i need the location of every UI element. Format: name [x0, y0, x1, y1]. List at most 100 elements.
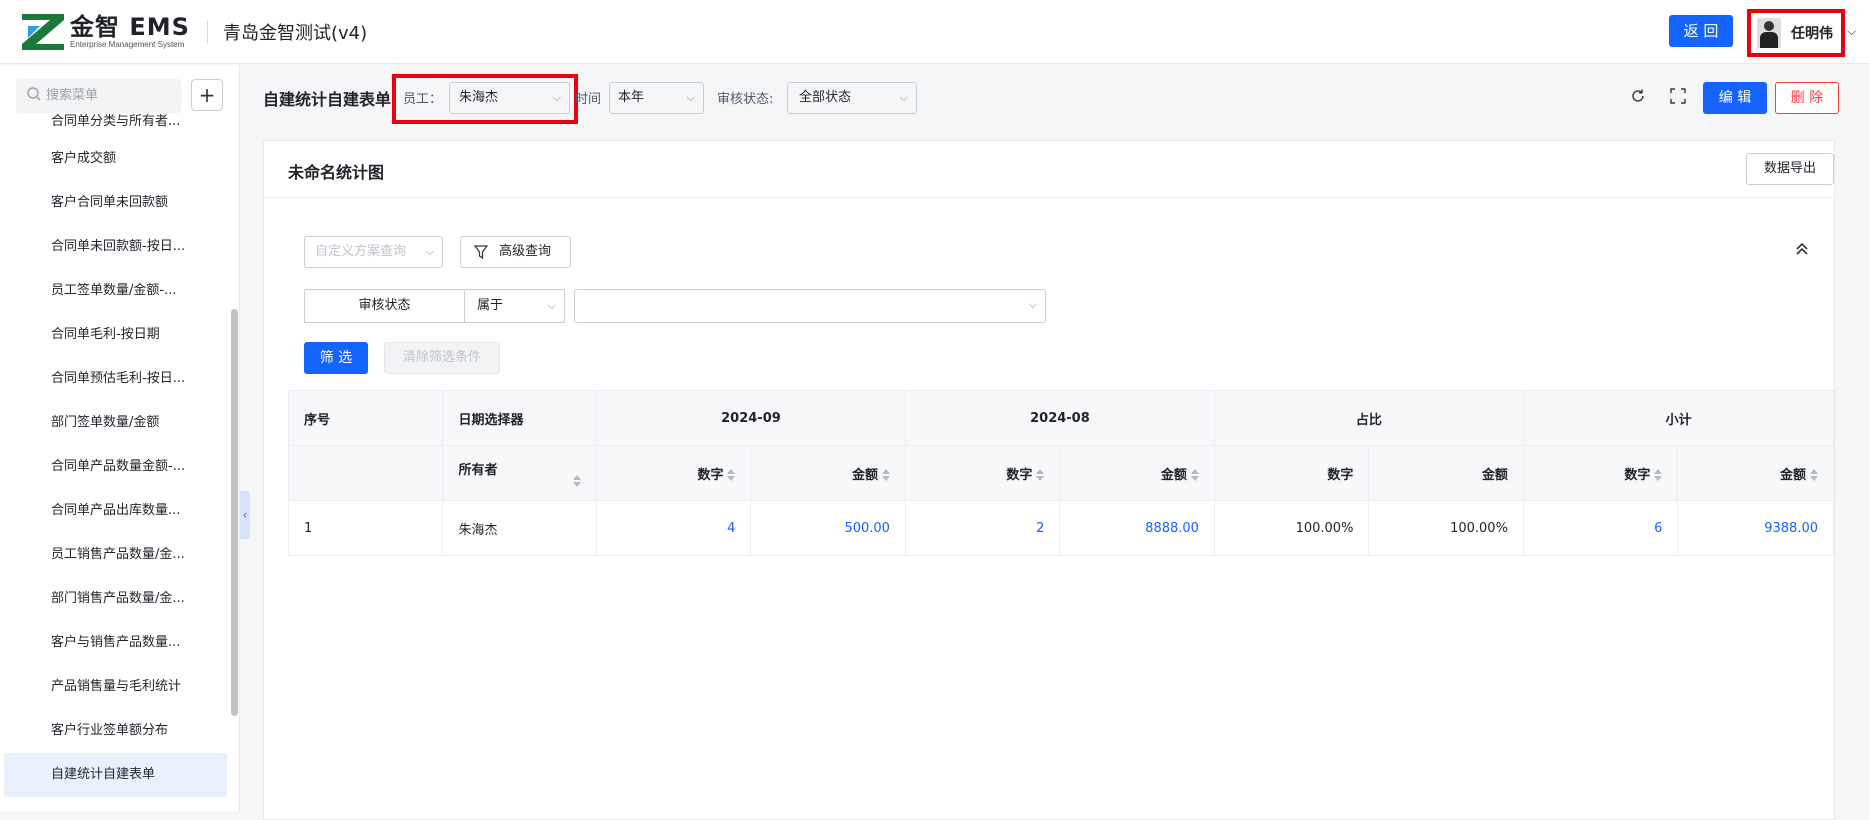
employee-select-value: 朱海杰	[459, 90, 499, 105]
advanced-query-label: 高级查询	[499, 244, 552, 259]
subheader-amount[interactable]: 金额	[750, 445, 906, 501]
subheader-owner[interactable]: 所有者	[442, 445, 597, 501]
sidebar-item[interactable]: 合同单毛利-按日期	[0, 313, 232, 357]
cell-owner: 朱海杰	[442, 500, 597, 556]
export-button[interactable]: 数据导出	[1746, 153, 1834, 185]
chevron-down-icon: ⌵	[547, 299, 556, 312]
cell-sub-num[interactable]: 6	[1522, 500, 1679, 556]
cell-sep-num[interactable]: 4	[595, 500, 752, 556]
logo-mark-icon	[22, 14, 64, 50]
header-seq: 序号	[287, 390, 444, 446]
sidebar-item[interactable]: 合同单未回款额-按日...	[0, 225, 232, 269]
header-date-picker: 日期选择器	[442, 390, 597, 446]
logo-subtitle: Enterprise Management System	[70, 40, 185, 49]
refresh-icon[interactable]	[1630, 88, 1646, 104]
time-select[interactable]: 本年 ⌵	[609, 82, 704, 114]
card-divider	[264, 197, 1834, 198]
sidebar-item[interactable]: 合同单分类与所有者...	[0, 107, 232, 137]
cell-aug-num[interactable]: 2	[904, 500, 1061, 556]
stats-card: 未命名统计图 数据导出 自定义方案查询 ⌵ 高级查询 审核状态 属于 ⌵ ⌵ 筛…	[263, 140, 1835, 820]
scheme-select[interactable]: 自定义方案查询 ⌵	[304, 236, 443, 268]
audit-status-label: 审核状态:	[717, 92, 774, 107]
sort-icon[interactable]	[727, 469, 736, 481]
sidebar-item[interactable]: 员工签单数量/金额-...	[0, 269, 232, 313]
sidebar-item[interactable]: 部门签单数量/金额	[0, 401, 232, 445]
num-label: 数字	[697, 467, 724, 483]
sidebar-item[interactable]: 部门销售产品数量/金...	[0, 577, 232, 621]
cell-sub-amount[interactable]: 9388.00	[1677, 500, 1834, 556]
sidebar-item[interactable]: 客户行业签单额分布	[0, 709, 232, 753]
cell-sep-amount[interactable]: 500.00	[750, 500, 906, 556]
cell-aug-amount[interactable]: 8888.00	[1059, 500, 1215, 556]
subheader-empty	[287, 445, 444, 501]
back-button[interactable]: 返 回	[1669, 15, 1733, 47]
edit-button[interactable]: 编 辑	[1703, 82, 1767, 114]
filter-icon	[474, 245, 488, 259]
employee-select[interactable]: 朱海杰 ⌵	[449, 82, 570, 114]
sidebar-item[interactable]: 产品销售量与毛利统计	[0, 665, 232, 709]
apply-filter-button[interactable]: 筛 选	[304, 342, 368, 374]
sidebar-collapse-handle[interactable]: ‹	[240, 491, 250, 539]
cell-ratio-amount: 100.00%	[1368, 500, 1524, 556]
condition-operator-select[interactable]: 属于 ⌵	[464, 289, 565, 323]
sidebar-item[interactable]: 合同单预估毛利-按日...	[0, 357, 232, 401]
avatar	[1757, 18, 1781, 48]
audit-status-value: 全部状态	[799, 90, 852, 105]
condition-operator-value: 属于	[477, 298, 504, 313]
sidebar-item[interactable]: 客户合同单未回款额	[0, 181, 232, 225]
sidebar-scrollbar[interactable]	[231, 309, 238, 716]
cell-ratio-num: 100.00%	[1213, 500, 1370, 556]
condition-field[interactable]: 审核状态	[304, 289, 464, 323]
sidebar-item[interactable]: 合同单产品数量金额-...	[0, 445, 232, 489]
table-header-row: 序号 日期选择器 2024-09 2024-08 占比 小计	[287, 390, 1835, 446]
sidebar-item[interactable]: 自建统计自建表单	[4, 753, 227, 797]
sidebar-item[interactable]: 客户成交额	[0, 137, 232, 181]
clear-filter-button[interactable]: 清除筛选条件	[384, 342, 500, 374]
chevron-down-icon: ⌵	[899, 91, 908, 104]
sidebar-item[interactable]: 合同单产品出库数量...	[0, 489, 232, 533]
user-menu[interactable]: 任明伟	[1747, 9, 1845, 57]
chevron-down-icon[interactable]: ⌵	[1847, 24, 1856, 39]
fullscreen-icon[interactable]	[1670, 88, 1686, 104]
logo-text: 金智 EMS	[70, 13, 190, 41]
sort-icon[interactable]	[1036, 469, 1045, 481]
sort-icon[interactable]	[572, 475, 581, 487]
subheader-num[interactable]: 数字	[904, 445, 1061, 501]
top-bar: 金智 EMS Enterprise Management System 青岛金智…	[0, 0, 1869, 64]
delete-button[interactable]: 删 除	[1775, 82, 1839, 114]
subheader-amount[interactable]: 金额	[1677, 445, 1834, 501]
header-2024-08: 2024-08	[904, 390, 1215, 446]
sort-icon[interactable]	[1190, 469, 1199, 481]
header-2024-09: 2024-09	[595, 390, 906, 446]
stats-table: 序号 日期选择器 2024-09 2024-08 占比 小计 所有者 数字 金额…	[287, 390, 1835, 556]
header-subtotal: 小计	[1522, 390, 1835, 446]
table-row: 1 朱海杰 4 500.00 2 8888.00 100.00% 100.00%…	[287, 500, 1834, 556]
table-subheader-row: 所有者 数字 金额 数字 金额 数字 金额 数字 金额	[287, 445, 1834, 501]
time-label: 时间	[575, 92, 602, 107]
advanced-query-button[interactable]: 高级查询	[460, 236, 571, 268]
subheader-num[interactable]: 数字	[595, 445, 752, 501]
sort-icon[interactable]	[1810, 469, 1818, 481]
chevron-down-icon: ⌵	[1028, 298, 1037, 311]
sidebar-item[interactable]: 员工销售产品数量/金...	[0, 533, 232, 577]
sidebar-item[interactable]: 客户与销售产品数量...	[0, 621, 232, 665]
employee-label: 员工：	[403, 92, 443, 107]
header-ratio: 占比	[1213, 390, 1524, 446]
collapse-up-icon[interactable]	[1794, 241, 1810, 257]
cell-seq: 1	[287, 500, 444, 556]
audit-status-select[interactable]: 全部状态 ⌵	[787, 82, 917, 114]
time-select-value: 本年	[618, 90, 645, 105]
chevron-down-icon: ⌵	[686, 91, 695, 104]
owner-label: 所有者	[458, 463, 498, 478]
subheader-amount[interactable]: 金额	[1059, 445, 1215, 501]
sort-icon[interactable]	[881, 469, 890, 481]
company-name: 青岛金智测试(v4)	[223, 23, 368, 44]
condition-value-select[interactable]: ⌵	[574, 289, 1046, 323]
subheader-num[interactable]: 数字	[1522, 445, 1679, 501]
amount-label: 金额	[851, 467, 878, 483]
card-title: 未命名统计图	[288, 163, 385, 182]
chevron-down-icon: ⌵	[425, 245, 434, 258]
sort-icon[interactable]	[1654, 469, 1663, 481]
num-label: 数字	[1006, 467, 1033, 483]
subheader-num: 数字	[1213, 445, 1370, 501]
